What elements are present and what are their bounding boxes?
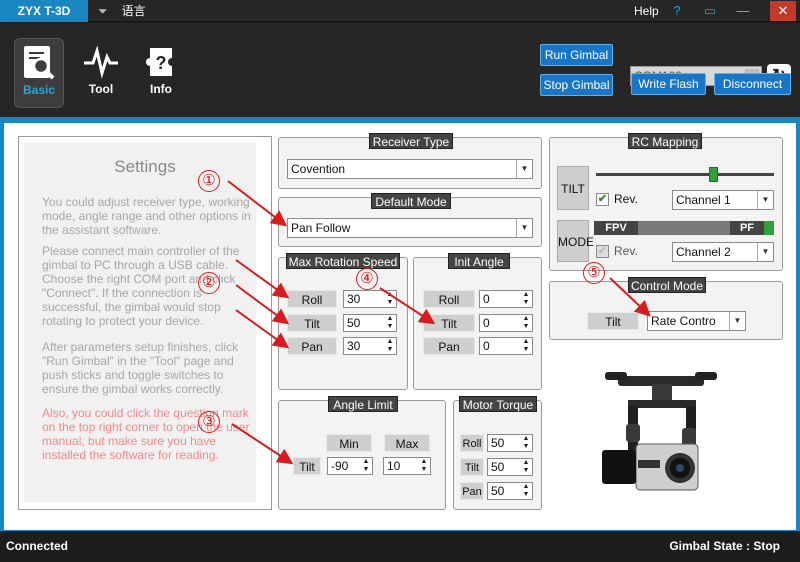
gimbal-state: Gimbal State : Stop	[669, 539, 780, 553]
annotation-3: ③	[198, 411, 220, 433]
annotation-2: ②	[198, 272, 220, 294]
connection-status: Connected	[6, 539, 69, 553]
annotation-1: ①	[198, 170, 220, 192]
annotation-5: ⑤	[583, 262, 605, 284]
annotation-arrows	[227, 180, 651, 465]
annotation-4: ④	[356, 268, 378, 290]
status-bar: Connected Gimbal State : Stop	[0, 531, 800, 562]
